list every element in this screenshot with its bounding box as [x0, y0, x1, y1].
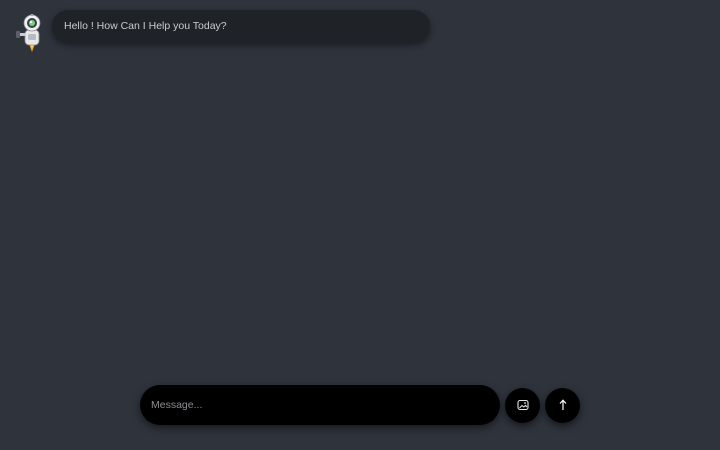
send-button[interactable]	[545, 387, 580, 423]
message-text: Hello ! How Can I Help you Today?	[64, 20, 227, 32]
attach-image-button[interactable]	[505, 387, 540, 423]
image-upload-icon	[516, 399, 529, 411]
composer	[140, 385, 580, 425]
arrow-up-icon	[558, 399, 568, 411]
robot-icon	[14, 14, 50, 54]
message-bubble: Hello ! How Can I Help you Today?	[52, 10, 430, 42]
chat-app: Hello ! How Can I Help you Today?	[0, 0, 720, 450]
bot-message: Hello ! How Can I Help you Today?	[14, 10, 430, 54]
message-input[interactable]	[140, 385, 500, 425]
